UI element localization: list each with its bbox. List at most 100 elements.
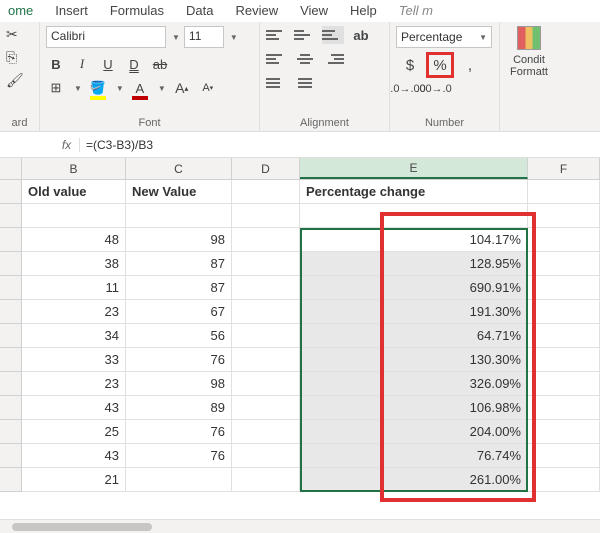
cell[interactable]	[22, 204, 126, 228]
cell[interactable]	[300, 204, 528, 228]
strikethrough-button[interactable]: ab	[150, 54, 170, 74]
cell-old[interactable]: 33	[22, 348, 126, 372]
cell-old[interactable]: 43	[22, 444, 126, 468]
number-format-combo[interactable]: Percentage▼	[396, 26, 492, 48]
cell[interactable]	[528, 252, 600, 276]
row-header[interactable]	[0, 300, 22, 324]
tab-help[interactable]: Help	[348, 1, 379, 22]
col-header-c[interactable]: C	[126, 158, 232, 179]
cell[interactable]	[232, 468, 300, 492]
cell-old[interactable]: 25	[22, 420, 126, 444]
format-painter-icon[interactable]: 🖌	[6, 72, 24, 89]
orientation-button[interactable]: ab	[350, 26, 372, 44]
cell-pct[interactable]: 326.09%	[300, 372, 528, 396]
cell-pct[interactable]: 690.91%	[300, 276, 528, 300]
tab-insert[interactable]: Insert	[53, 1, 90, 22]
align-bottom-button[interactable]	[322, 26, 344, 44]
cell-new[interactable]: 98	[126, 372, 232, 396]
cell[interactable]	[232, 300, 300, 324]
cell-pct[interactable]: 76.74%	[300, 444, 528, 468]
currency-button[interactable]: $	[396, 52, 424, 78]
cell-old[interactable]: 34	[22, 324, 126, 348]
cell[interactable]	[528, 180, 600, 204]
cell-old[interactable]: 43	[22, 396, 126, 420]
cell-pct[interactable]: 64.71%	[300, 324, 528, 348]
shrink-font-button[interactable]: A▾	[198, 78, 218, 98]
cell-new[interactable]: 56	[126, 324, 232, 348]
tell-me[interactable]: Tell m	[397, 1, 435, 22]
bold-button[interactable]: B	[46, 54, 66, 74]
cell[interactable]	[232, 324, 300, 348]
cell[interactable]	[528, 468, 600, 492]
cell-pct[interactable]: 204.00%	[300, 420, 528, 444]
row-header[interactable]	[0, 396, 22, 420]
cell[interactable]	[232, 276, 300, 300]
cell[interactable]	[232, 420, 300, 444]
cell-new[interactable]	[126, 468, 232, 492]
row-header[interactable]	[0, 348, 22, 372]
cell-new[interactable]: 87	[126, 276, 232, 300]
tab-formulas[interactable]: Formulas	[108, 1, 166, 22]
horizontal-scrollbar[interactable]	[0, 519, 600, 533]
comma-button[interactable]: ,	[456, 52, 484, 78]
cell-pct[interactable]: 191.30%	[300, 300, 528, 324]
cell-new[interactable]: 67	[126, 300, 232, 324]
align-left-button[interactable]	[266, 50, 288, 68]
cell[interactable]	[528, 276, 600, 300]
cell[interactable]	[528, 444, 600, 468]
cell-new[interactable]: 89	[126, 396, 232, 420]
align-middle-button[interactable]	[294, 26, 316, 44]
cell[interactable]	[232, 252, 300, 276]
chevron-down-icon[interactable]: ▼	[74, 84, 82, 93]
row-header[interactable]	[0, 252, 22, 276]
select-all-corner[interactable]	[0, 158, 22, 179]
font-color-button[interactable]: A	[130, 78, 150, 98]
italic-button[interactable]: I	[72, 54, 92, 74]
cell[interactable]	[232, 204, 300, 228]
cell[interactable]	[232, 180, 300, 204]
cell-pct[interactable]: 128.95%	[300, 252, 528, 276]
fx-icon[interactable]: fx	[54, 138, 80, 152]
cell[interactable]	[528, 396, 600, 420]
cell[interactable]	[232, 348, 300, 372]
align-right-button[interactable]	[322, 50, 344, 68]
col-header-e[interactable]: E	[300, 158, 528, 179]
cell-old[interactable]: 23	[22, 300, 126, 324]
col-header-f[interactable]: F	[528, 158, 600, 179]
cell[interactable]	[232, 228, 300, 252]
row-header[interactable]	[0, 276, 22, 300]
chevron-down-icon[interactable]: ▼	[158, 84, 166, 93]
increase-indent-button[interactable]	[294, 74, 316, 92]
cell-old[interactable]: 21	[22, 468, 126, 492]
decrease-decimal-button[interactable]: .00→.0	[422, 78, 446, 100]
cell[interactable]	[528, 300, 600, 324]
percent-button[interactable]: %	[426, 52, 454, 78]
tab-home[interactable]: ome	[6, 1, 35, 22]
chevron-down-icon[interactable]: ▼	[116, 84, 124, 93]
align-top-button[interactable]	[266, 26, 288, 44]
cell-old[interactable]: 48	[22, 228, 126, 252]
conditional-formatting-icon[interactable]	[517, 26, 541, 50]
cell-old[interactable]: 38	[22, 252, 126, 276]
cell[interactable]	[528, 204, 600, 228]
copy-icon[interactable]: ⎘	[6, 49, 17, 66]
scrollbar-thumb[interactable]	[12, 523, 152, 531]
row-header[interactable]	[0, 372, 22, 396]
decrease-indent-button[interactable]	[266, 74, 288, 92]
font-name-combo[interactable]: Calibri	[46, 26, 166, 48]
cell[interactable]	[232, 396, 300, 420]
formula-input[interactable]: =(C3-B3)/B3	[80, 138, 600, 152]
cell-new[interactable]: 98	[126, 228, 232, 252]
cell-pct[interactable]: 261.00%	[300, 468, 528, 492]
cell[interactable]	[232, 372, 300, 396]
cell-old[interactable]: 23	[22, 372, 126, 396]
align-center-button[interactable]	[294, 50, 316, 68]
fill-color-button[interactable]: 🪣	[88, 78, 108, 98]
cell-new[interactable]: 76	[126, 420, 232, 444]
cell-new[interactable]: 87	[126, 252, 232, 276]
cell[interactable]: Old value	[22, 180, 126, 204]
chevron-down-icon[interactable]: ▼	[172, 33, 180, 42]
tab-review[interactable]: Review	[233, 1, 280, 22]
cell[interactable]	[528, 372, 600, 396]
row-header[interactable]	[0, 228, 22, 252]
